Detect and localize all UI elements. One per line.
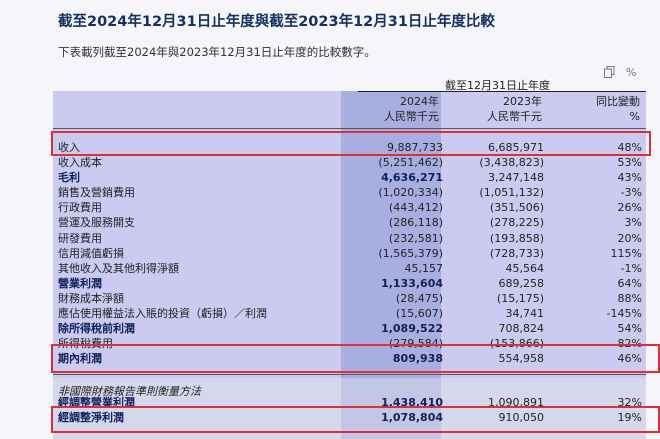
value-2023: (15,175) [496, 292, 544, 305]
col-2024-year: 2024年 [400, 95, 439, 108]
value-2023: (728,733) [489, 247, 544, 260]
table-row: 行政費用 (443,412) (351,506) 26% [58, 200, 642, 215]
row-label: 營運及服務開支 [58, 216, 135, 229]
profit-rule [53, 374, 646, 375]
row-label: 收入成本 [58, 156, 102, 169]
value-2024: 1,133,604 [381, 277, 443, 290]
row-label: 研發費用 [58, 232, 102, 245]
value-2024: (1,020,334) [378, 186, 443, 199]
table-row: 營業利潤 1,133,604 689,258 64% [58, 276, 642, 291]
table-row: 信用減值虧損 (1,565,379) (728,733) 115% [58, 246, 642, 261]
change-percent: 64% [617, 277, 642, 290]
highlight-revenue [51, 131, 651, 156]
value-2024: (232,581) [388, 232, 443, 245]
change-percent: 54% [617, 322, 642, 335]
change-percent: 115% [610, 247, 642, 260]
table-row: 營運及服務開支 (286,118) (278,225) 3% [58, 215, 642, 230]
table-row: 研發費用 (232,581) (193,858) 20% [58, 231, 642, 246]
value-2024: 1,089,522 [381, 322, 443, 335]
row-label: 行政費用 [58, 201, 102, 214]
table-row: 其他收入及其他利得淨額 45,157 45,564 -1% [58, 261, 642, 276]
col-header-2024: 2024年 人民幣千元 [384, 94, 439, 124]
value-2023: (278,225) [489, 216, 544, 229]
change-percent: 88% [617, 292, 642, 305]
percent-icon[interactable]: % [626, 66, 636, 79]
value-2023: (1,051,132) [479, 186, 544, 199]
intro-text: 下表載列截至2024年與2023年12月31日止年度的比較數字。 [58, 45, 376, 59]
change-percent: -3% [620, 186, 642, 199]
col-2023-unit: 人民幣千元 [487, 110, 542, 123]
table-row: 應佔使用權益法入賬的投資（虧損）／利潤 (15,607) 34,741 -145% [58, 306, 642, 321]
value-2023: 689,258 [498, 277, 545, 290]
change-percent: -145% [606, 307, 642, 320]
row-label: 信用減值虧損 [58, 247, 124, 260]
value-2023: 45,564 [505, 262, 545, 275]
table-row: 收入成本 (5,251,462) (3,438,823) 53% [58, 155, 642, 170]
row-label: 除所得稅前利潤 [58, 322, 135, 335]
value-2024: 4,636,271 [381, 171, 443, 184]
toolbar: % [598, 66, 644, 82]
value-2023: (351,506) [489, 201, 544, 214]
value-2023: 34,741 [505, 307, 545, 320]
change-percent: -1% [620, 262, 642, 275]
row-label: 財務成本淨額 [58, 292, 124, 305]
highlight-adjusted-net-profit [51, 406, 660, 433]
value-2023: (193,858) [489, 232, 544, 245]
value-2024: 45,157 [404, 262, 444, 275]
change-percent: 26% [617, 201, 642, 214]
value-2023: 708,824 [498, 322, 545, 335]
value-2024: (1,565,379) [378, 247, 443, 260]
col-2024-unit: 人民幣千元 [384, 110, 439, 123]
page-title: 截至2024年12月31日止年度與截至2023年12月31日止年度比較 [58, 14, 495, 30]
row-label: 毛利 [58, 171, 80, 184]
row-label: 應佔使用權益法入賬的投資（虧損）／利潤 [58, 307, 267, 320]
header-bottom-rule [53, 128, 646, 129]
value-2024: (443,412) [388, 201, 443, 214]
table-row: 毛利 4,636,271 3,247,148 43% [58, 170, 642, 185]
col-header-2023: 2023年 人民幣千元 [487, 94, 542, 124]
table-row: 除所得稅前利潤 1,089,522 708,824 54% [58, 321, 642, 336]
value-2023: 3,247,148 [488, 171, 544, 184]
value-2024: (5,251,462) [378, 156, 443, 169]
row-label: 銷售及營銷費用 [58, 186, 135, 199]
value-2024: (15,607) [395, 307, 443, 320]
table-row: 財務成本淨額 (28,475) (15,175) 88% [58, 291, 642, 306]
col-change-unit: % [629, 110, 640, 123]
change-percent: 3% [624, 216, 642, 229]
value-2024: (28,475) [395, 292, 443, 305]
table-row: 銷售及營銷費用 (1,020,334) (1,051,132) -3% [58, 185, 642, 200]
change-percent: 53% [617, 156, 642, 169]
change-percent: 20% [617, 232, 642, 245]
copy-icon[interactable] [604, 66, 615, 81]
change-percent: 43% [617, 171, 642, 184]
value-2023: (3,438,823) [479, 156, 544, 169]
value-2024: (286,118) [388, 216, 443, 229]
col-header-change: 同比變動 % [596, 94, 640, 124]
row-label: 營業利潤 [58, 277, 102, 290]
row-label: 其他收入及其他利得淨額 [58, 262, 179, 275]
highlight-period-profit [51, 344, 660, 373]
header-rule [358, 91, 646, 92]
col-change-label: 同比變動 [596, 95, 640, 108]
col-2023-year: 2023年 [503, 95, 542, 108]
